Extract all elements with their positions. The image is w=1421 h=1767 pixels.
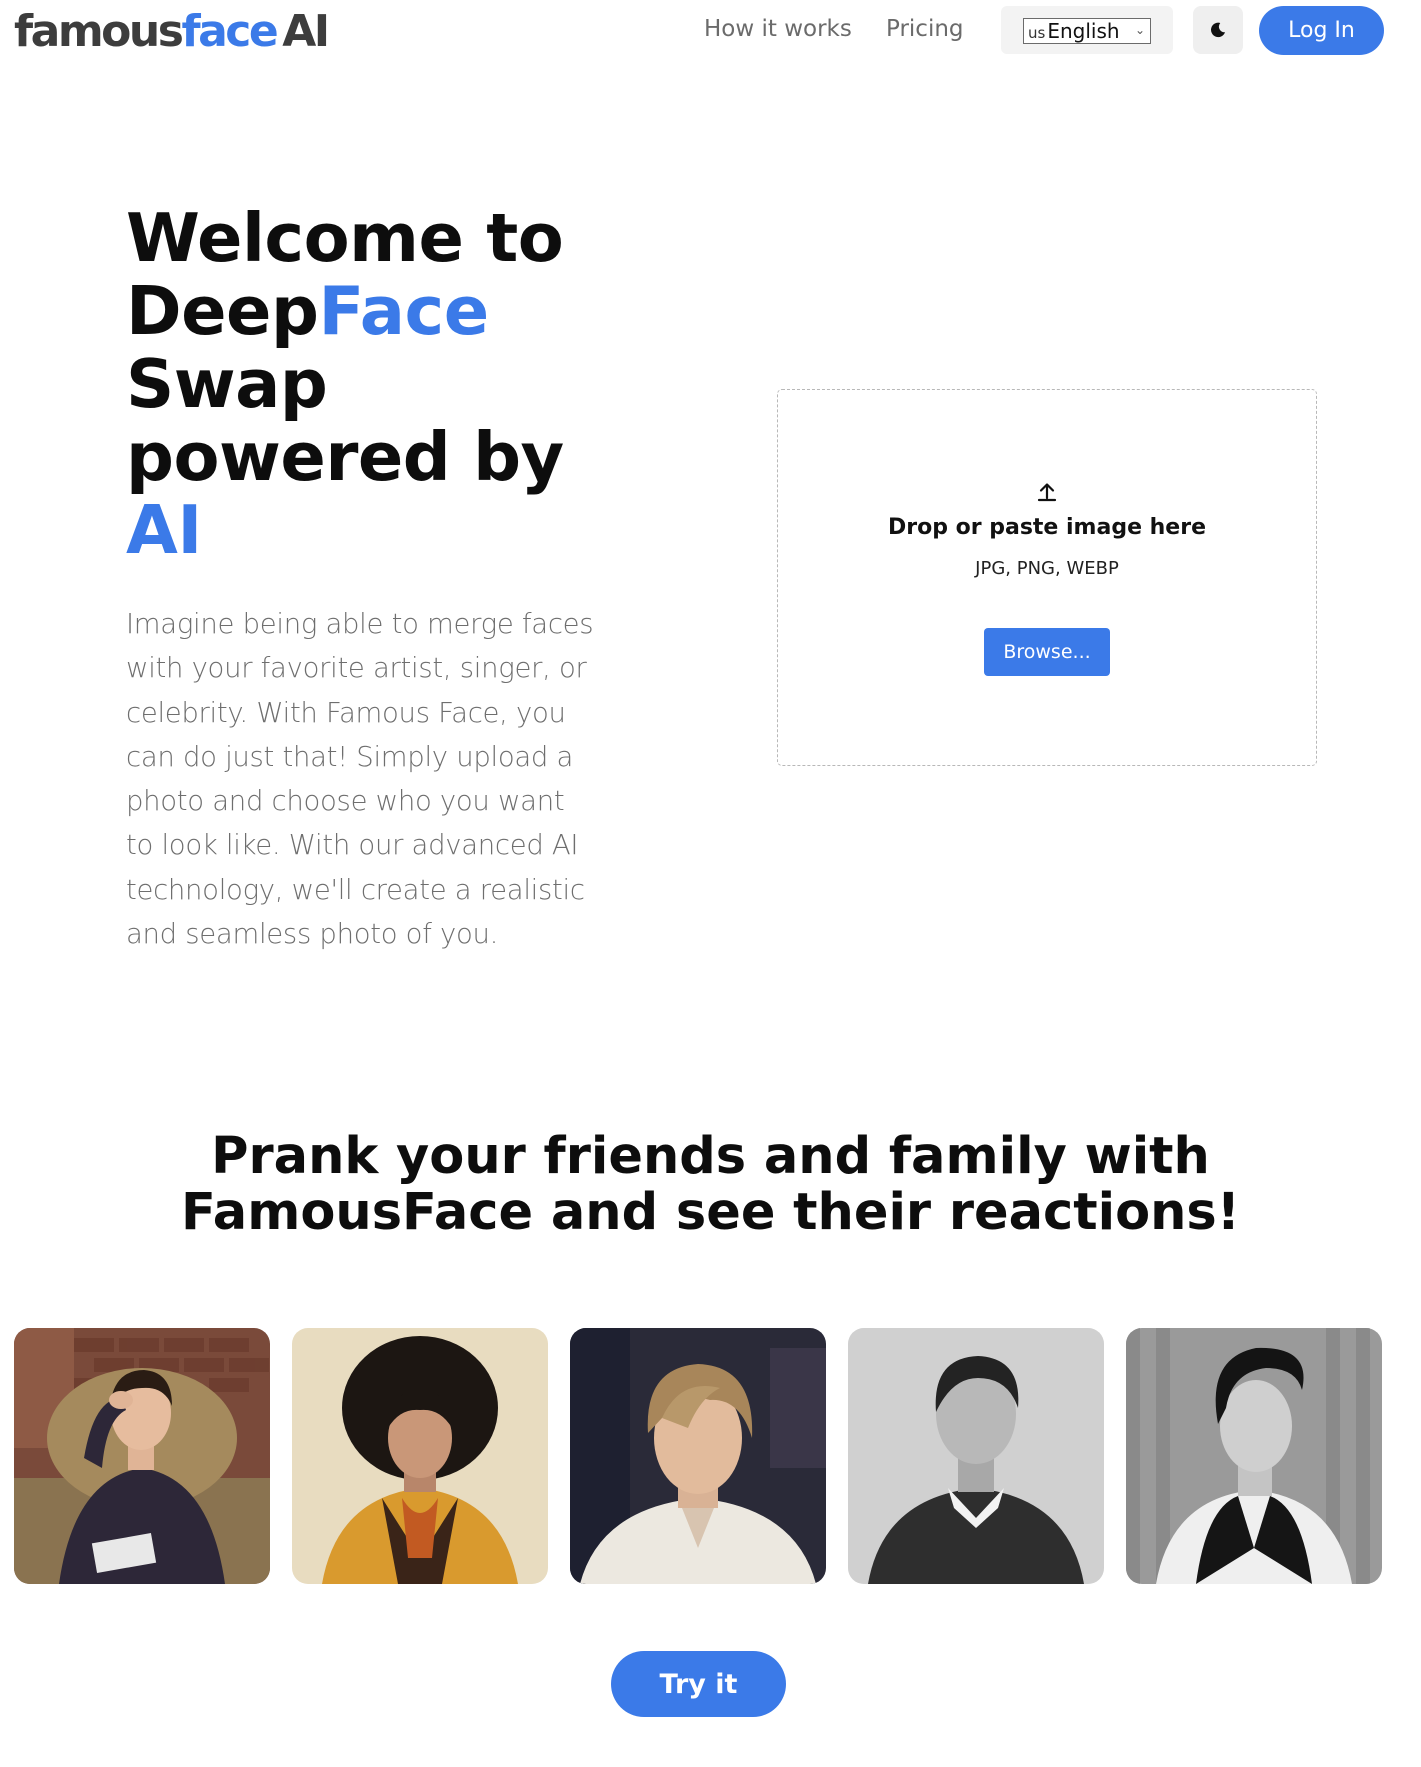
login-button[interactable]: Log In bbox=[1259, 6, 1384, 55]
flag-icon: us bbox=[1028, 24, 1046, 42]
hero-description: Imagine being able to merge faces with y… bbox=[126, 608, 594, 951]
example-photo bbox=[292, 1328, 548, 1584]
example-photo bbox=[848, 1328, 1104, 1584]
try-it-button[interactable]: Try it bbox=[611, 1651, 786, 1717]
language-picker: us English ⌄ bbox=[1001, 6, 1173, 54]
nav-pricing[interactable]: Pricing bbox=[886, 16, 964, 42]
language-select[interactable]: us English ⌄ bbox=[1023, 18, 1151, 44]
image-dropzone[interactable]: Drop or paste image here JPG, PNG, WEBP … bbox=[777, 389, 1317, 766]
moon-icon bbox=[1211, 22, 1226, 38]
example-photo bbox=[570, 1328, 826, 1584]
theme-toggle-button[interactable] bbox=[1193, 6, 1243, 54]
browse-button[interactable]: Browse... bbox=[984, 628, 1110, 676]
dropzone-title: Drop or paste image here bbox=[887, 515, 1207, 540]
chevron-down-icon: ⌄ bbox=[1134, 23, 1145, 37]
prank-section-title: Prank your friends and family with Famou… bbox=[180, 1127, 1241, 1242]
language-label: English bbox=[1047, 19, 1120, 43]
upload-icon bbox=[1037, 483, 1057, 502]
example-photo bbox=[14, 1328, 270, 1584]
logo[interactable]: famousface AI bbox=[14, 4, 330, 60]
dropzone-formats: JPG, PNG, WEBP bbox=[975, 558, 1119, 579]
nav-how-it-works[interactable]: How it works bbox=[704, 16, 852, 42]
site-header: famousface AI How it works Pricing us Engl… bbox=[0, 0, 1421, 64]
example-photo bbox=[1126, 1328, 1382, 1584]
hero-title: Welcome to DeepFace Swap powered by AI bbox=[126, 199, 564, 569]
